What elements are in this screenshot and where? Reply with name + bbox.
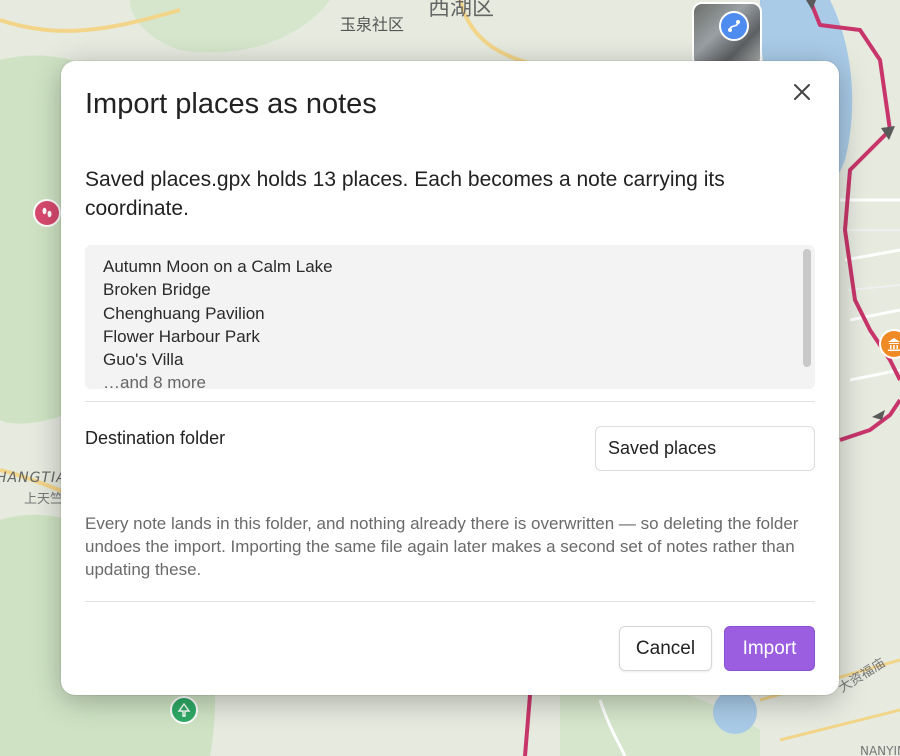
footprints-icon[interactable] xyxy=(33,199,61,227)
map-label-area-cn: 上天竺 xyxy=(24,492,64,507)
divider xyxy=(85,601,815,602)
map-label-area-bottom: NANYING xyxy=(860,744,900,756)
photo-thumbnail[interactable] xyxy=(692,2,762,68)
tree-icon[interactable] xyxy=(170,696,198,724)
dialog-title: Import places as notes xyxy=(85,88,377,120)
list-item: Autumn Moon on a Calm Lake xyxy=(103,257,333,276)
cancel-button[interactable]: Cancel xyxy=(619,626,712,671)
destination-folder-label: Destination folder xyxy=(85,428,226,448)
more-count: …and 8 more xyxy=(103,373,206,389)
destination-folder-input[interactable] xyxy=(595,426,815,471)
map-label-community: 玉泉社区 xyxy=(340,15,405,34)
list-item: Chenghuang Pavilion xyxy=(103,303,265,323)
close-icon xyxy=(794,84,810,100)
list-item: Guo's Villa xyxy=(103,350,184,370)
import-summary: Saved places.gpx holds 13 places. Each b… xyxy=(85,168,725,220)
route-icon xyxy=(719,11,749,41)
map-label-area-latin: HANGTIA xyxy=(0,470,67,486)
divider xyxy=(85,401,815,402)
close-button[interactable] xyxy=(787,77,817,107)
place-list[interactable]: Autumn Moon on a Calm Lake Broken Bridge… xyxy=(85,245,815,389)
list-item: Flower Harbour Park xyxy=(103,326,260,346)
import-button[interactable]: Import xyxy=(724,626,815,671)
import-dialog: Import places as notes Saved places.gpx … xyxy=(61,61,839,695)
import-note: Every note lands in this folder, and not… xyxy=(85,514,799,579)
list-scrollbar[interactable] xyxy=(803,249,811,367)
map-label-district: 西湖区 xyxy=(428,0,495,21)
list-item: Broken Bridge xyxy=(103,280,211,300)
